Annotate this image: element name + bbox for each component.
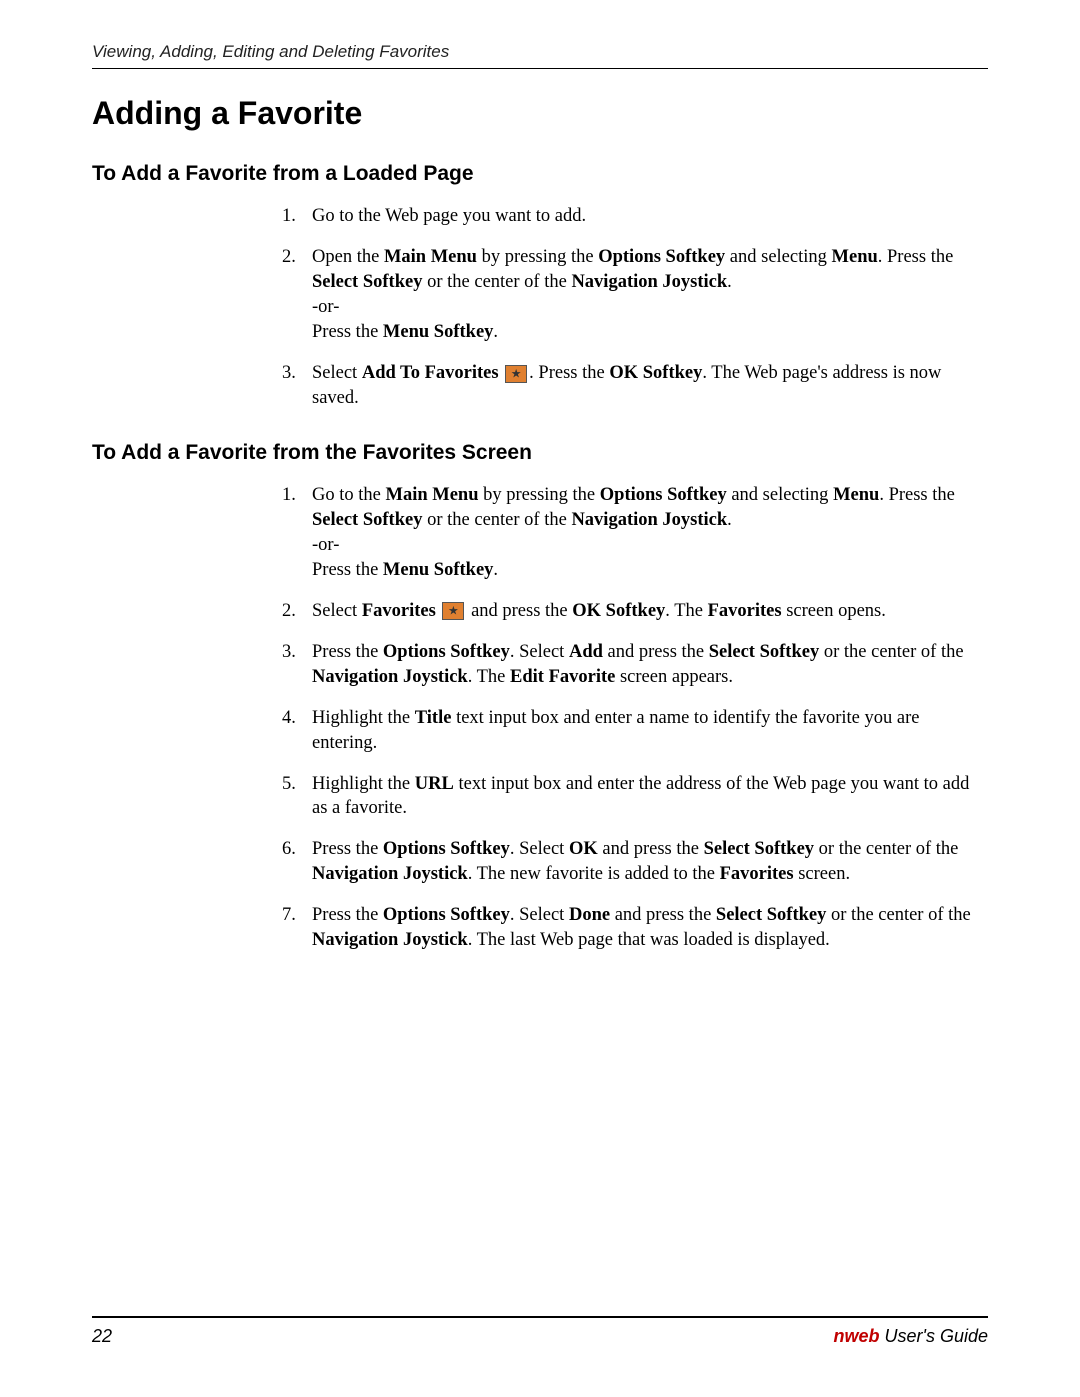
step-item: Open the Main Menu by pressing the Optio…	[282, 245, 988, 345]
step-item: Go to the Web page you want to add.	[282, 204, 988, 229]
footer-guide-label: nweb User's Guide	[834, 1326, 989, 1347]
step-item: Press the Options Softkey. Select Done a…	[282, 903, 988, 953]
step-item: Select Add To Favorites . Press the OK S…	[282, 361, 988, 411]
step-item: Press the Options Softkey. Select Add an…	[282, 640, 988, 690]
steps-list: Go to the Web page you want to add. Open …	[282, 204, 988, 411]
favorites-star-icon	[442, 602, 464, 620]
page-number: 22	[92, 1326, 112, 1347]
page-title: Adding a Favorite	[92, 95, 988, 132]
brand-name: nweb	[834, 1326, 880, 1346]
content-block: Go to the Main Menu by pressing the Opti…	[282, 483, 988, 954]
steps-list: Go to the Main Menu by pressing the Opti…	[282, 483, 988, 954]
favorites-star-icon	[505, 365, 527, 383]
guide-text: User's Guide	[880, 1326, 988, 1346]
page-footer: 22 nweb User's Guide	[92, 1316, 988, 1347]
step-item: Highlight the URL text input box and ent…	[282, 772, 988, 822]
step-item: Select Favorites and press the OK Softke…	[282, 599, 988, 624]
section-heading: To Add a Favorite from a Loaded Page	[92, 162, 988, 186]
step-item: Press the Options Softkey. Select OK and…	[282, 837, 988, 887]
step-item: Go to the Main Menu by pressing the Opti…	[282, 483, 988, 583]
sections-container: To Add a Favorite from a Loaded Page Go t…	[92, 162, 988, 953]
section-heading: To Add a Favorite from the Favorites Scr…	[92, 441, 988, 465]
step-item: Highlight the Title text input box and e…	[282, 706, 988, 756]
header-section-title: Viewing, Adding, Editing and Deleting Fa…	[92, 42, 988, 69]
content-block: Go to the Web page you want to add. Open …	[282, 204, 988, 411]
